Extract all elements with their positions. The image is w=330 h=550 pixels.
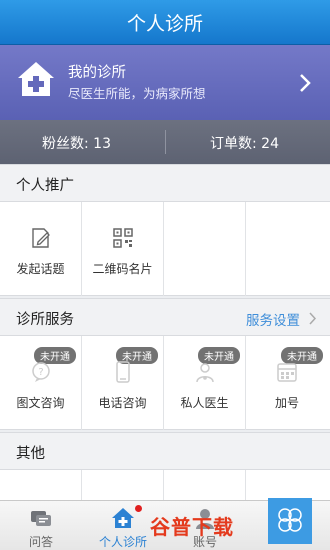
other-cell[interactable] xyxy=(82,470,164,500)
service-settings-link[interactable]: 服务设置 xyxy=(246,309,300,329)
qr-card-button[interactable]: 二维码名片 xyxy=(82,202,164,296)
page-title: 个人诊所 xyxy=(126,12,203,35)
qa-icon xyxy=(31,511,51,526)
fans-count[interactable]: 粉丝数: 13 xyxy=(42,133,111,153)
clinic-slogan: 尽医生所能，为病家所想 xyxy=(68,86,206,101)
chevron-right-icon[interactable] xyxy=(308,312,317,325)
watermark-text: 谷普下载 xyxy=(150,515,234,539)
other-cell[interactable] xyxy=(164,470,246,500)
svg-text:?: ? xyxy=(38,367,43,378)
notification-dot xyxy=(135,505,142,512)
phone-consult-button[interactable]: 未开通 电话咨询 xyxy=(82,336,164,430)
section-title: 诊所服务 xyxy=(16,312,74,328)
stats-bar: 粉丝数: 13 订单数: 24 xyxy=(0,120,330,164)
chat-icon: ? xyxy=(32,362,50,382)
qr-code-icon xyxy=(113,228,133,248)
promo-grid: 发起话题 二维码名片 xyxy=(0,202,330,296)
cell-label: 二维码名片 xyxy=(92,262,153,276)
title-bar: 个人诊所 xyxy=(0,0,330,45)
doctor-icon xyxy=(196,363,214,383)
edit-icon xyxy=(32,228,50,248)
cell-label: 图文咨询 xyxy=(16,396,65,410)
text-consult-button[interactable]: 未开通 ? 图文咨询 xyxy=(0,336,82,430)
section-title: 其他 xyxy=(16,446,45,462)
empty-cell xyxy=(246,202,328,296)
orders-count[interactable]: 订单数: 24 xyxy=(210,133,279,153)
private-doctor-button[interactable]: 未开通 私人医生 xyxy=(164,336,246,430)
clover-icon xyxy=(278,508,302,532)
clinic-house-icon xyxy=(18,62,54,96)
other-section-header: 其他 xyxy=(0,432,330,470)
promo-section-header: 个人推广 xyxy=(0,164,330,202)
cell-label: 私人医生 xyxy=(180,396,229,410)
phone-icon xyxy=(116,361,130,383)
services-grid: 未开通 ? 图文咨询 未开通 电话咨询 未开通 私人医生 未开通 加号 xyxy=(0,336,330,430)
empty-cell xyxy=(164,202,246,296)
services-section-header: 诊所服务 服务设置 xyxy=(0,298,330,336)
clinic-icon xyxy=(112,508,134,528)
calendar-icon xyxy=(277,363,297,382)
watermark-logo xyxy=(268,498,312,544)
cell-label: 加号 xyxy=(274,396,299,410)
section-title: 个人推广 xyxy=(16,178,74,194)
clinic-title: 我的诊所 xyxy=(68,65,126,81)
cell-label: 电话咨询 xyxy=(98,396,147,410)
add-appointment-button[interactable]: 未开通 加号 xyxy=(246,336,328,430)
tab-label: 问答 xyxy=(28,535,53,549)
stats-divider xyxy=(165,130,166,154)
chevron-right-icon xyxy=(300,74,311,92)
other-cell[interactable] xyxy=(0,470,82,500)
tab-qa[interactable]: 问答 xyxy=(0,501,82,550)
start-topic-button[interactable]: 发起话题 xyxy=(0,202,82,296)
my-clinic-header[interactable]: 我的诊所 尽医生所能，为病家所想 xyxy=(0,45,330,120)
other-grid xyxy=(0,470,330,500)
cell-label: 发起话题 xyxy=(16,262,65,276)
